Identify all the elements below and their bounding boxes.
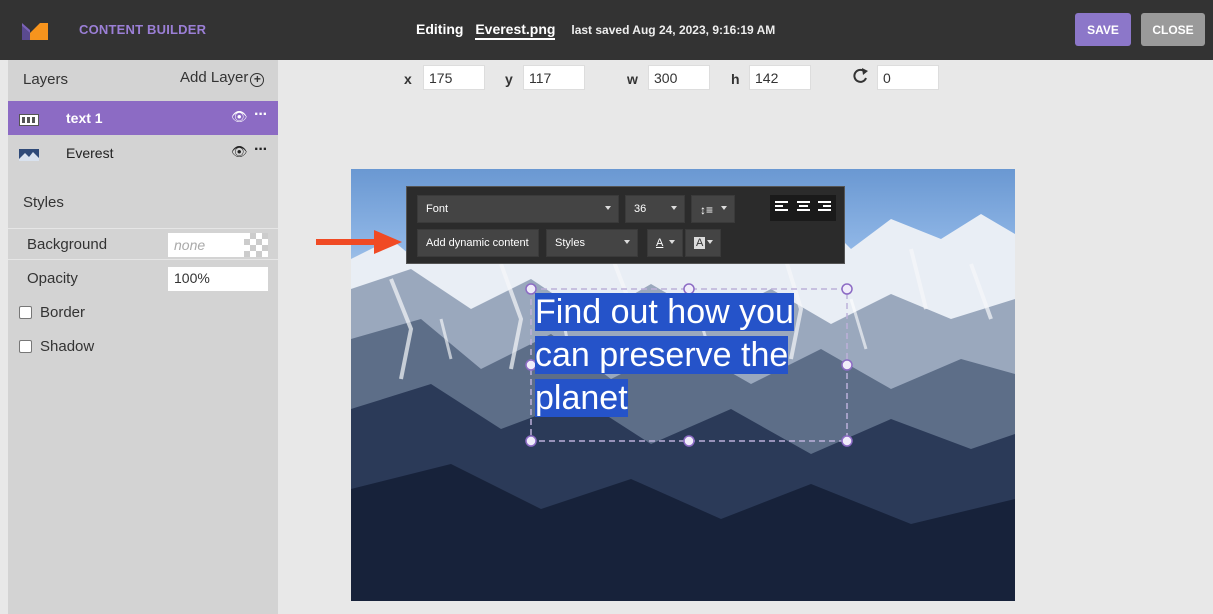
font-value: Font <box>426 203 449 215</box>
align-right-icon[interactable] <box>818 201 831 213</box>
close-button[interactable]: CLOSE <box>1141 13 1205 46</box>
alignment-group <box>770 195 836 221</box>
font-dropdown[interactable]: Font <box>417 195 619 223</box>
background-row: Background none <box>8 228 278 260</box>
chevron-down-icon <box>721 206 727 210</box>
app-title: CONTENT BUILDER <box>79 22 207 37</box>
more-options-icon[interactable]: ··· <box>254 106 268 124</box>
h-label: h <box>731 71 740 87</box>
font-size-value: 36 <box>634 203 647 215</box>
add-dynamic-content-button[interactable]: Add dynamic content <box>417 229 539 257</box>
shadow-option[interactable]: Shadow <box>19 338 94 355</box>
layer-row-everest[interactable]: Everest 👁 ··· <box>8 136 278 170</box>
top-bar: CONTENT BUILDER Editing Everest.png last… <box>0 0 1213 60</box>
border-option[interactable]: Border <box>19 304 85 321</box>
y-input[interactable]: 117 <box>523 65 585 90</box>
left-panel: Layers Add Layer + text 1 👁 ··· Everest 👁… <box>8 60 278 614</box>
opacity-input[interactable]: 100% <box>168 267 268 291</box>
chevron-down-icon <box>605 206 611 210</box>
align-left-icon[interactable] <box>775 201 788 213</box>
text-color-icon: A <box>656 237 664 249</box>
image-layer-icon <box>19 148 39 161</box>
layer-name: text 1 <box>66 110 103 126</box>
highlight-color-dropdown[interactable]: A <box>685 229 721 257</box>
eye-icon[interactable]: 👁 <box>231 144 248 160</box>
transparent-swatch-icon[interactable] <box>244 233 268 257</box>
chevron-down-icon <box>669 240 675 244</box>
w-input[interactable]: 300 <box>648 65 710 90</box>
shadow-label: Shadow <box>40 338 95 355</box>
more-options-icon[interactable]: ··· <box>254 141 268 159</box>
font-size-dropdown[interactable]: 36 <box>625 195 685 223</box>
x-label: x <box>404 71 412 87</box>
h-input[interactable]: 142 <box>749 65 811 90</box>
chevron-down-icon <box>707 240 713 244</box>
shadow-checkbox[interactable] <box>19 340 32 353</box>
chevron-down-icon <box>624 240 630 244</box>
text-line: planet <box>535 379 628 417</box>
layers-title: Layers <box>23 71 69 88</box>
rotation-input[interactable]: 0 <box>877 65 939 90</box>
text-layer-content[interactable]: Find out how you can preserve the planet <box>535 291 794 420</box>
y-label: y <box>505 71 513 87</box>
border-label: Border <box>40 304 86 321</box>
highlight-color-icon: A <box>694 237 706 249</box>
opacity-row: Opacity 100% <box>8 263 278 295</box>
align-center-icon[interactable] <box>797 201 810 213</box>
layer-row-text-1[interactable]: text 1 👁 ··· <box>8 101 278 135</box>
chevron-down-icon <box>671 206 677 210</box>
layer-name: Everest <box>66 145 114 161</box>
styles-title: Styles <box>23 194 64 211</box>
styles-dropdown[interactable]: Styles <box>546 229 638 257</box>
text-color-dropdown[interactable]: A <box>647 229 683 257</box>
rotate-icon <box>853 67 869 86</box>
plus-circle-icon: + <box>250 73 265 87</box>
styles-value: Styles <box>555 237 585 249</box>
x-input[interactable]: 175 <box>423 65 485 90</box>
border-checkbox[interactable] <box>19 306 32 319</box>
text-formatting-toolbar: Font 36 ↕≡ Add dynamic content Styles A … <box>406 186 845 264</box>
text-layer-icon <box>19 113 39 126</box>
background-label: Background <box>27 236 108 253</box>
add-layer-button[interactable]: Add Layer + <box>180 69 265 87</box>
w-label: w <box>627 71 638 87</box>
app-logo <box>22 23 48 40</box>
last-saved-text: last saved Aug 24, 2023, 9:16:19 AM <box>571 23 776 37</box>
text-line: Find out how you <box>535 293 794 331</box>
file-name[interactable]: Everest.png <box>475 21 556 40</box>
save-button[interactable]: SAVE <box>1075 13 1131 46</box>
editing-label: Editing <box>416 21 464 37</box>
add-layer-label: Add Layer <box>180 69 249 86</box>
eye-icon[interactable]: 👁 <box>231 109 248 125</box>
red-arrow-icon <box>316 229 402 258</box>
opacity-label: Opacity <box>27 270 78 287</box>
editing-info: Editing Everest.png last saved Aug 24, 2… <box>416 21 776 40</box>
background-placeholder: none <box>174 237 206 253</box>
text-line: can preserve the <box>535 336 789 374</box>
layers-header: Layers Add Layer + <box>8 60 278 100</box>
line-height-dropdown[interactable]: ↕≡ <box>691 195 735 223</box>
line-height-icon: ↕≡ <box>700 203 714 217</box>
background-field[interactable]: none <box>168 233 268 257</box>
